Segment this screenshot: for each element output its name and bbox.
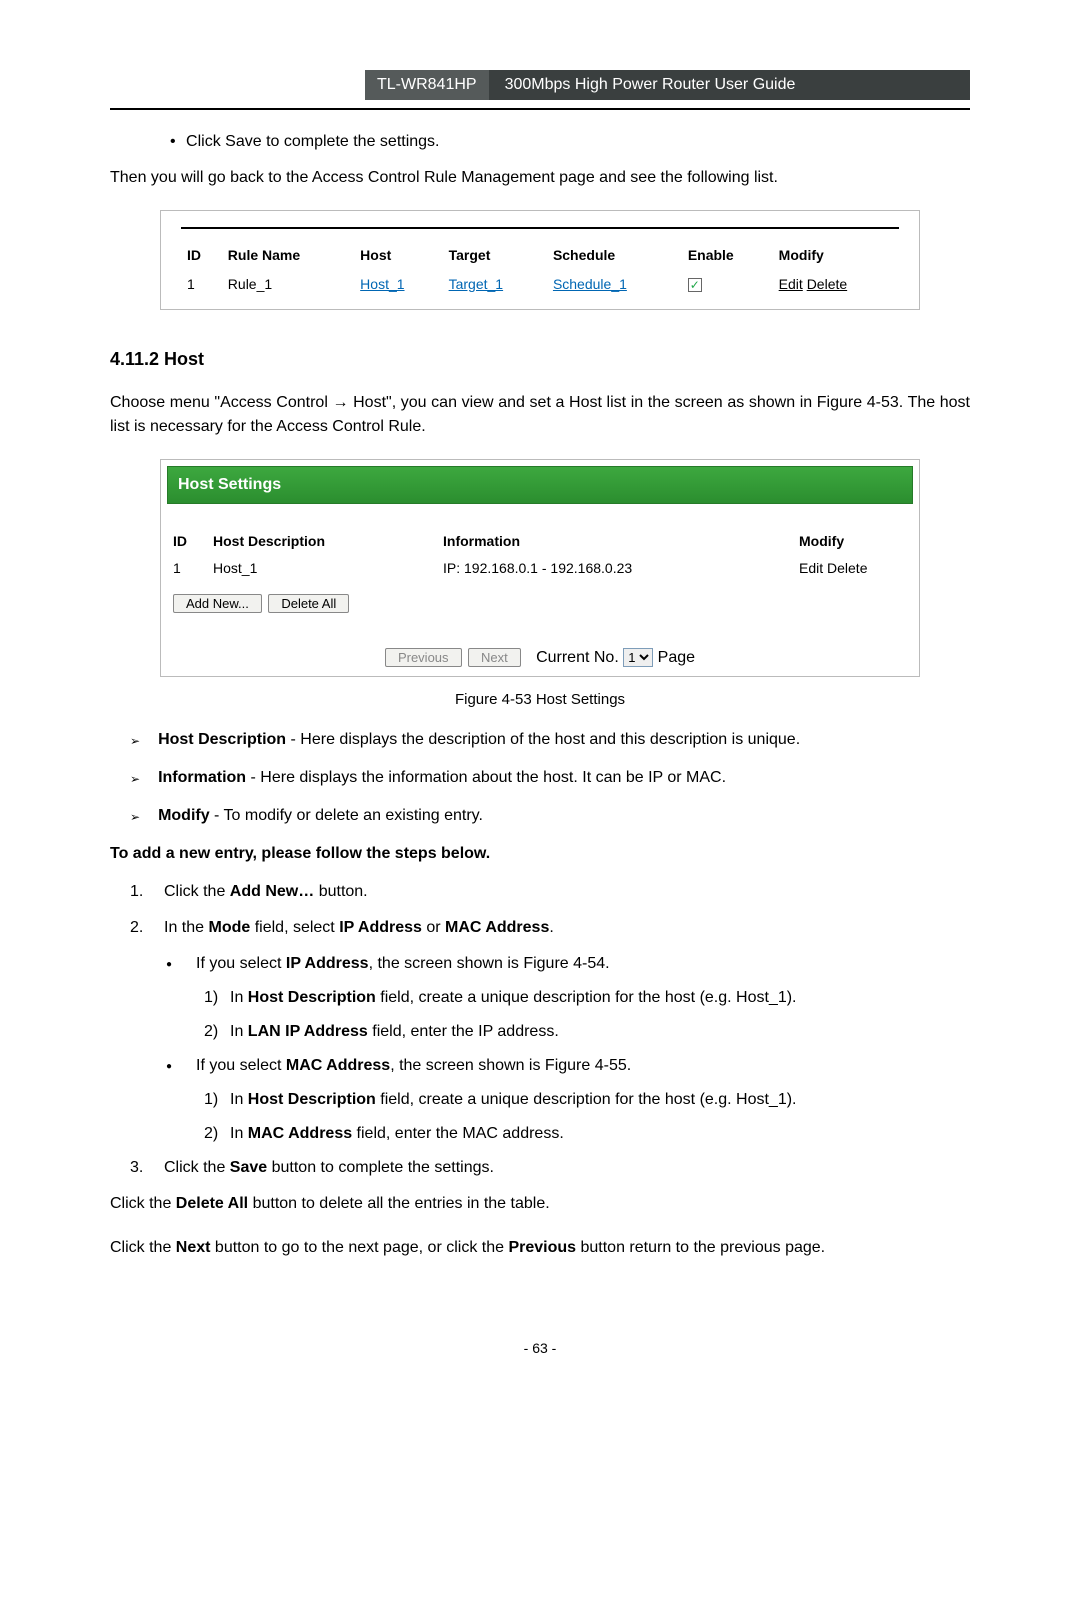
delete-link[interactable]: Delete xyxy=(807,276,847,292)
rule-table-container: ID Rule Name Host Target Schedule Enable… xyxy=(160,210,920,310)
delete-all-button[interactable]: Delete All xyxy=(268,594,349,613)
substep-ip-2: 2)In LAN IP Address field, enter the IP … xyxy=(204,1020,970,1044)
host-edit-link[interactable]: Edit xyxy=(799,560,823,576)
col-modify: Modify xyxy=(773,241,899,270)
back-paragraph: Then you will go back to the Access Cont… xyxy=(110,166,970,190)
current-no-label: Current No. xyxy=(536,649,619,666)
substep-mac-1: 1)In Host Description field, create a un… xyxy=(204,1088,970,1112)
bullet-host-description: Host Description - Here displays the des… xyxy=(130,728,970,752)
col-id: ID xyxy=(181,241,222,270)
delete-all-para: Click the Delete All button to delete al… xyxy=(110,1192,970,1216)
col-rule-name: Rule Name xyxy=(222,241,354,270)
next-prev-para: Click the Next button to go to the next … xyxy=(110,1236,970,1260)
substep-ip: If you select IP Address, the screen sho… xyxy=(166,952,970,976)
pager: Previous Next Current No. 1 Page xyxy=(167,646,913,670)
schedule-link[interactable]: Schedule_1 xyxy=(547,270,682,299)
hcol-modify: Modify xyxy=(793,528,913,555)
col-target: Target xyxy=(443,241,547,270)
figure-caption: Figure 4-53 Host Settings xyxy=(110,689,970,712)
rule-table: ID Rule Name Host Target Schedule Enable… xyxy=(181,241,899,299)
col-schedule: Schedule xyxy=(547,241,682,270)
page-number: - 63 - xyxy=(0,1340,1080,1356)
page-header: TL-WR841HP 300Mbps High Power Router Use… xyxy=(110,70,970,100)
section-para: Choose menu "Access Control → Host", you… xyxy=(110,391,970,439)
steps-intro: To add a new entry, please follow the st… xyxy=(110,842,970,866)
guide-title: 300Mbps High Power Router User Guide xyxy=(489,70,970,100)
bullet-modify: Modify - To modify or delete an existing… xyxy=(130,804,970,828)
bullet-information: Information - Here displays the informat… xyxy=(130,766,970,790)
host-table: ID Host Description Information Modify 1… xyxy=(167,528,913,582)
cell-rule-name: Rule_1 xyxy=(222,270,354,299)
hcell-info: IP: 192.168.0.1 - 192.168.0.23 xyxy=(437,555,793,582)
host-row: 1 Host_1 IP: 192.168.0.1 - 192.168.0.23 … xyxy=(167,555,913,582)
next-button[interactable]: Next xyxy=(468,648,521,667)
hcell-desc: Host_1 xyxy=(207,555,437,582)
target-link[interactable]: Target_1 xyxy=(443,270,547,299)
modify-cell: Edit Delete xyxy=(773,270,899,299)
hcol-desc: Host Description xyxy=(207,528,437,555)
enable-checkbox[interactable]: ✓ xyxy=(688,278,702,292)
hcell-id: 1 xyxy=(167,555,207,582)
substep-mac-2: 2)In MAC Address field, enter the MAC ad… xyxy=(204,1122,970,1146)
page-select[interactable]: 1 xyxy=(623,648,653,667)
table-header-row: ID Rule Name Host Target Schedule Enable… xyxy=(181,241,899,270)
host-settings-box: Host Settings ID Host Description Inform… xyxy=(160,459,920,677)
step-2: 2.In the Mode field, select IP Address o… xyxy=(130,916,970,940)
step-1: 1.Click the Add New… button. xyxy=(130,880,970,904)
enable-cell: ✓ xyxy=(682,270,773,299)
hcell-modify: Edit Delete xyxy=(793,555,913,582)
add-new-button[interactable]: Add New... xyxy=(173,594,262,613)
host-delete-link[interactable]: Delete xyxy=(827,560,867,576)
model-label: TL-WR841HP xyxy=(365,70,489,100)
hcol-id: ID xyxy=(167,528,207,555)
host-button-row: Add New... Delete All xyxy=(173,592,913,616)
hcol-info: Information xyxy=(437,528,793,555)
host-settings-title: Host Settings xyxy=(167,466,913,504)
col-enable: Enable xyxy=(682,241,773,270)
step-3: 3.Click the Save button to complete the … xyxy=(130,1156,970,1180)
section-heading: 4.11.2 Host xyxy=(110,346,970,373)
col-host: Host xyxy=(354,241,442,270)
rule-table-divider xyxy=(181,227,899,229)
header-divider xyxy=(110,108,970,110)
cell-id: 1 xyxy=(181,270,222,299)
substep-ip-1: 1)In Host Description field, create a un… xyxy=(204,986,970,1010)
edit-link[interactable]: Edit xyxy=(779,276,803,292)
substep-mac: If you select MAC Address, the screen sh… xyxy=(166,1054,970,1078)
page-label: Page xyxy=(658,649,695,666)
save-bullet: Click Save to complete the settings. xyxy=(170,130,970,154)
host-link[interactable]: Host_1 xyxy=(354,270,442,299)
host-header-row: ID Host Description Information Modify xyxy=(167,528,913,555)
previous-button[interactable]: Previous xyxy=(385,648,462,667)
table-row: 1 Rule_1 Host_1 Target_1 Schedule_1 ✓ Ed… xyxy=(181,270,899,299)
